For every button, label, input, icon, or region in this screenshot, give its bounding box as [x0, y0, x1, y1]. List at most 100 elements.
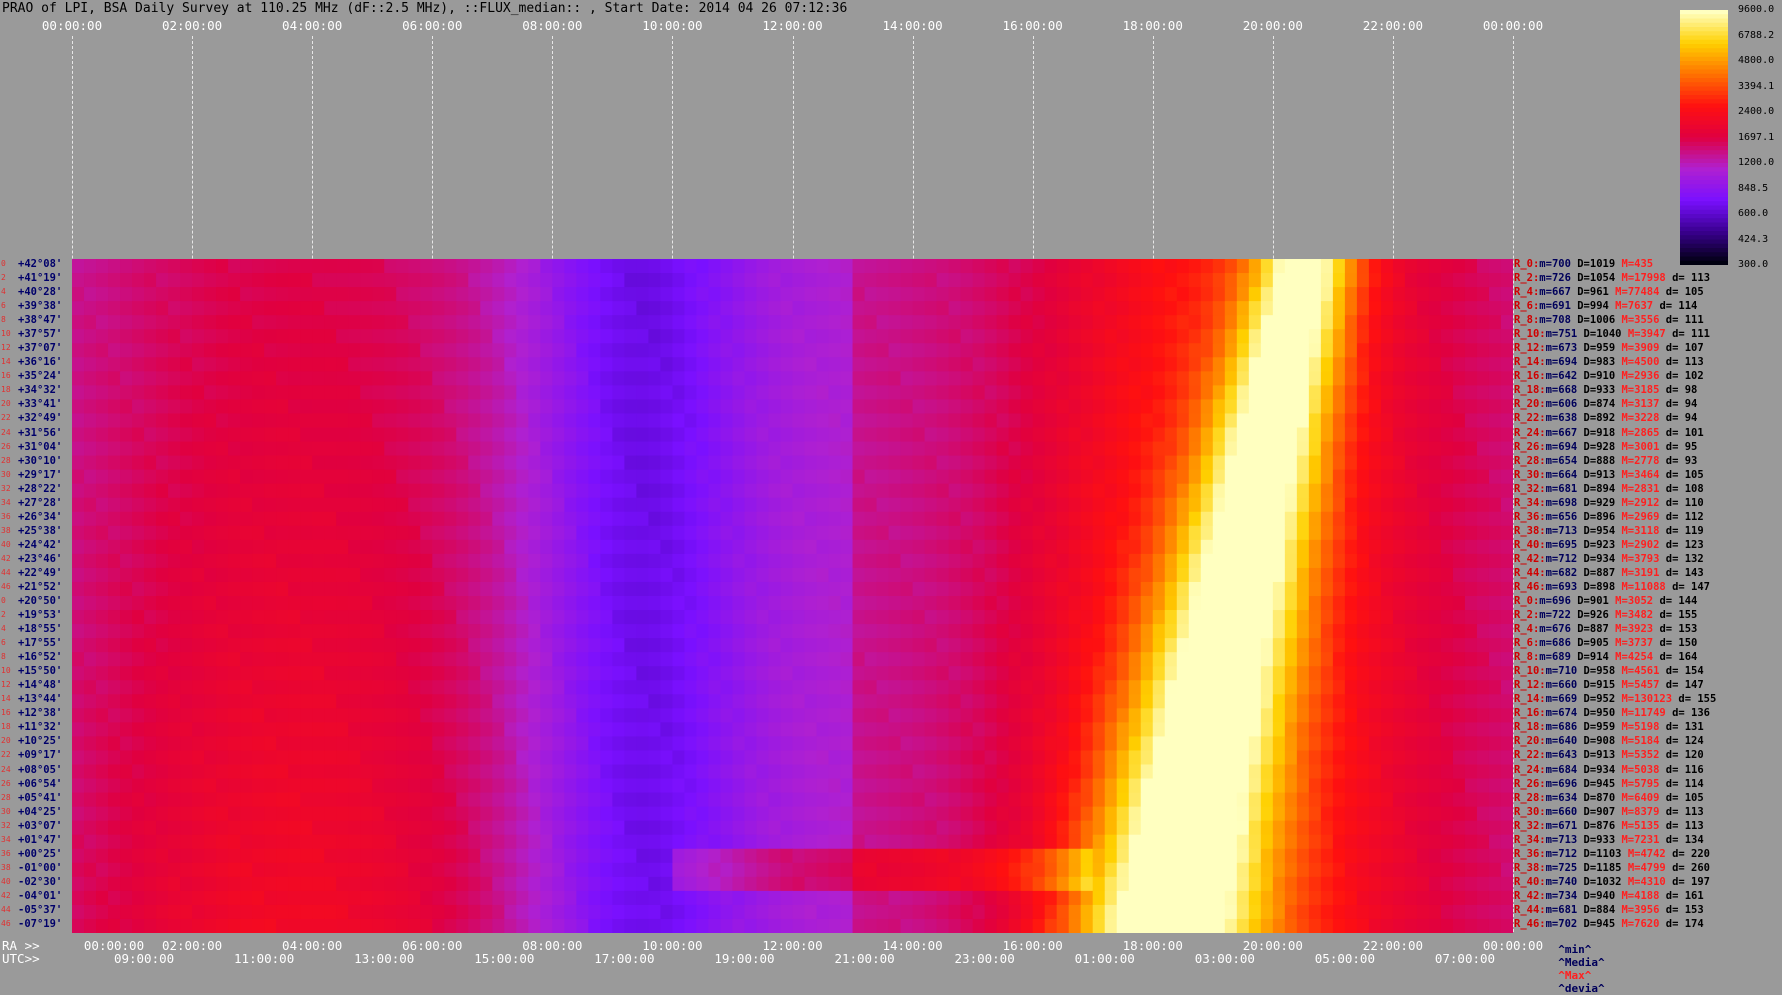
heatmap-cell — [973, 652, 986, 667]
heatmap-cell — [961, 596, 974, 611]
heatmap-cell — [336, 287, 349, 302]
heatmap-cell — [360, 750, 373, 765]
heatmap-cell — [720, 273, 733, 288]
heatmap-cell — [1009, 624, 1022, 639]
heatmap-cell — [913, 568, 926, 583]
heatmap-cell — [552, 329, 565, 344]
heatmap-cell — [1357, 357, 1370, 372]
heatmap-cell — [1093, 498, 1106, 513]
heatmap-cell — [1381, 821, 1394, 836]
heatmap-cell — [1069, 807, 1082, 822]
heatmap-cell — [720, 371, 733, 386]
heatmap-cell — [624, 470, 637, 485]
heatmap-cell — [552, 385, 565, 400]
heatmap-cell — [1369, 624, 1382, 639]
heatmap-cell — [300, 259, 313, 274]
heatmap-cell — [1393, 680, 1406, 695]
heatmap-cell — [1213, 666, 1226, 681]
heatmap-cell — [1069, 442, 1082, 457]
heatmap-cell — [1237, 287, 1250, 302]
heatmap-cell — [1489, 512, 1502, 527]
heatmap-cell — [1285, 765, 1298, 780]
heatmap-cell — [84, 301, 97, 316]
heatmap-cell — [660, 456, 673, 471]
heatmap-cell — [1129, 708, 1142, 723]
heatmap-cell — [432, 343, 445, 358]
heatmap-cell — [853, 357, 866, 372]
heatmap-cell — [1057, 765, 1070, 780]
heatmap-cell — [1153, 343, 1166, 358]
heatmap-cell — [1477, 442, 1490, 457]
heatmap-cell — [1225, 343, 1238, 358]
heatmap-cell — [408, 456, 421, 471]
heatmap-cell — [708, 638, 721, 653]
heatmap-cell — [252, 736, 265, 751]
heatmap-cell — [468, 568, 481, 583]
heatmap-cell — [1249, 694, 1262, 709]
heatmap-cell — [168, 652, 181, 667]
heatmap-cell — [997, 793, 1010, 808]
heatmap-cell — [1105, 357, 1118, 372]
heatmap-cell — [756, 821, 769, 836]
heatmap-cell — [132, 750, 145, 765]
heatmap-cell — [973, 442, 986, 457]
heatmap-cell — [612, 343, 625, 358]
heatmap-cell — [1177, 807, 1190, 822]
heatmap-cell — [192, 680, 205, 695]
heatmap-cell — [504, 793, 517, 808]
heatmap-cell — [372, 442, 385, 457]
heatmap-cell — [240, 765, 253, 780]
heatmap-cell — [276, 765, 289, 780]
heatmap-cell — [1453, 484, 1466, 499]
heatmap-cell — [901, 343, 914, 358]
heatmap-cell — [1141, 413, 1154, 428]
heatmap-cell — [72, 652, 85, 667]
heatmap-cell — [420, 329, 433, 344]
heatmap-cell — [492, 568, 505, 583]
heatmap-cell — [1273, 582, 1286, 597]
heatmap-cell — [192, 750, 205, 765]
heatmap-cell — [1225, 428, 1238, 443]
heatmap-cell — [132, 484, 145, 499]
heatmap-cell — [1381, 779, 1394, 794]
heatmap-cell — [1045, 624, 1058, 639]
heatmap-cell — [1441, 750, 1454, 765]
heatmap-cell — [1021, 582, 1034, 597]
heatmap-cell — [1441, 512, 1454, 527]
heatmap-cell — [1489, 722, 1502, 737]
heatmap-cell — [973, 779, 986, 794]
heatmap-cell — [324, 652, 337, 667]
heatmap-cell — [528, 498, 541, 513]
heatmap-cell — [1249, 526, 1262, 541]
heatmap-cell — [192, 666, 205, 681]
heatmap-cell — [1141, 526, 1154, 541]
heatmap-cell — [252, 456, 265, 471]
heatmap-cell — [1357, 638, 1370, 653]
heatmap-cell — [1177, 821, 1190, 836]
heatmap-cell — [1081, 470, 1094, 485]
heatmap-cell — [1225, 484, 1238, 499]
heatmap-cell — [1021, 624, 1034, 639]
heatmap-cell — [1321, 287, 1334, 302]
heatmap-cell — [216, 568, 229, 583]
heatmap-cell — [1249, 357, 1262, 372]
heatmap-cell — [684, 779, 697, 794]
heatmap-cell — [264, 273, 277, 288]
heatmap-cell — [1189, 273, 1202, 288]
heatmap-cell — [1477, 708, 1490, 723]
heatmap-cell — [1153, 694, 1166, 709]
heatmap-cell — [360, 484, 373, 499]
heatmap-cell — [228, 624, 241, 639]
heatmap-cell — [756, 793, 769, 808]
heatmap-cell — [120, 357, 133, 372]
heatmap-cell — [216, 821, 229, 836]
heatmap-cell — [264, 540, 277, 555]
heatmap-cell — [1117, 315, 1130, 330]
heatmap-cell — [576, 540, 589, 555]
heatmap-cell — [1141, 273, 1154, 288]
heatmap-cell — [1321, 456, 1334, 471]
heatmap-cell — [901, 385, 914, 400]
heatmap-cell — [624, 610, 637, 625]
heatmap-cell — [1417, 512, 1430, 527]
heatmap-cell — [552, 357, 565, 372]
